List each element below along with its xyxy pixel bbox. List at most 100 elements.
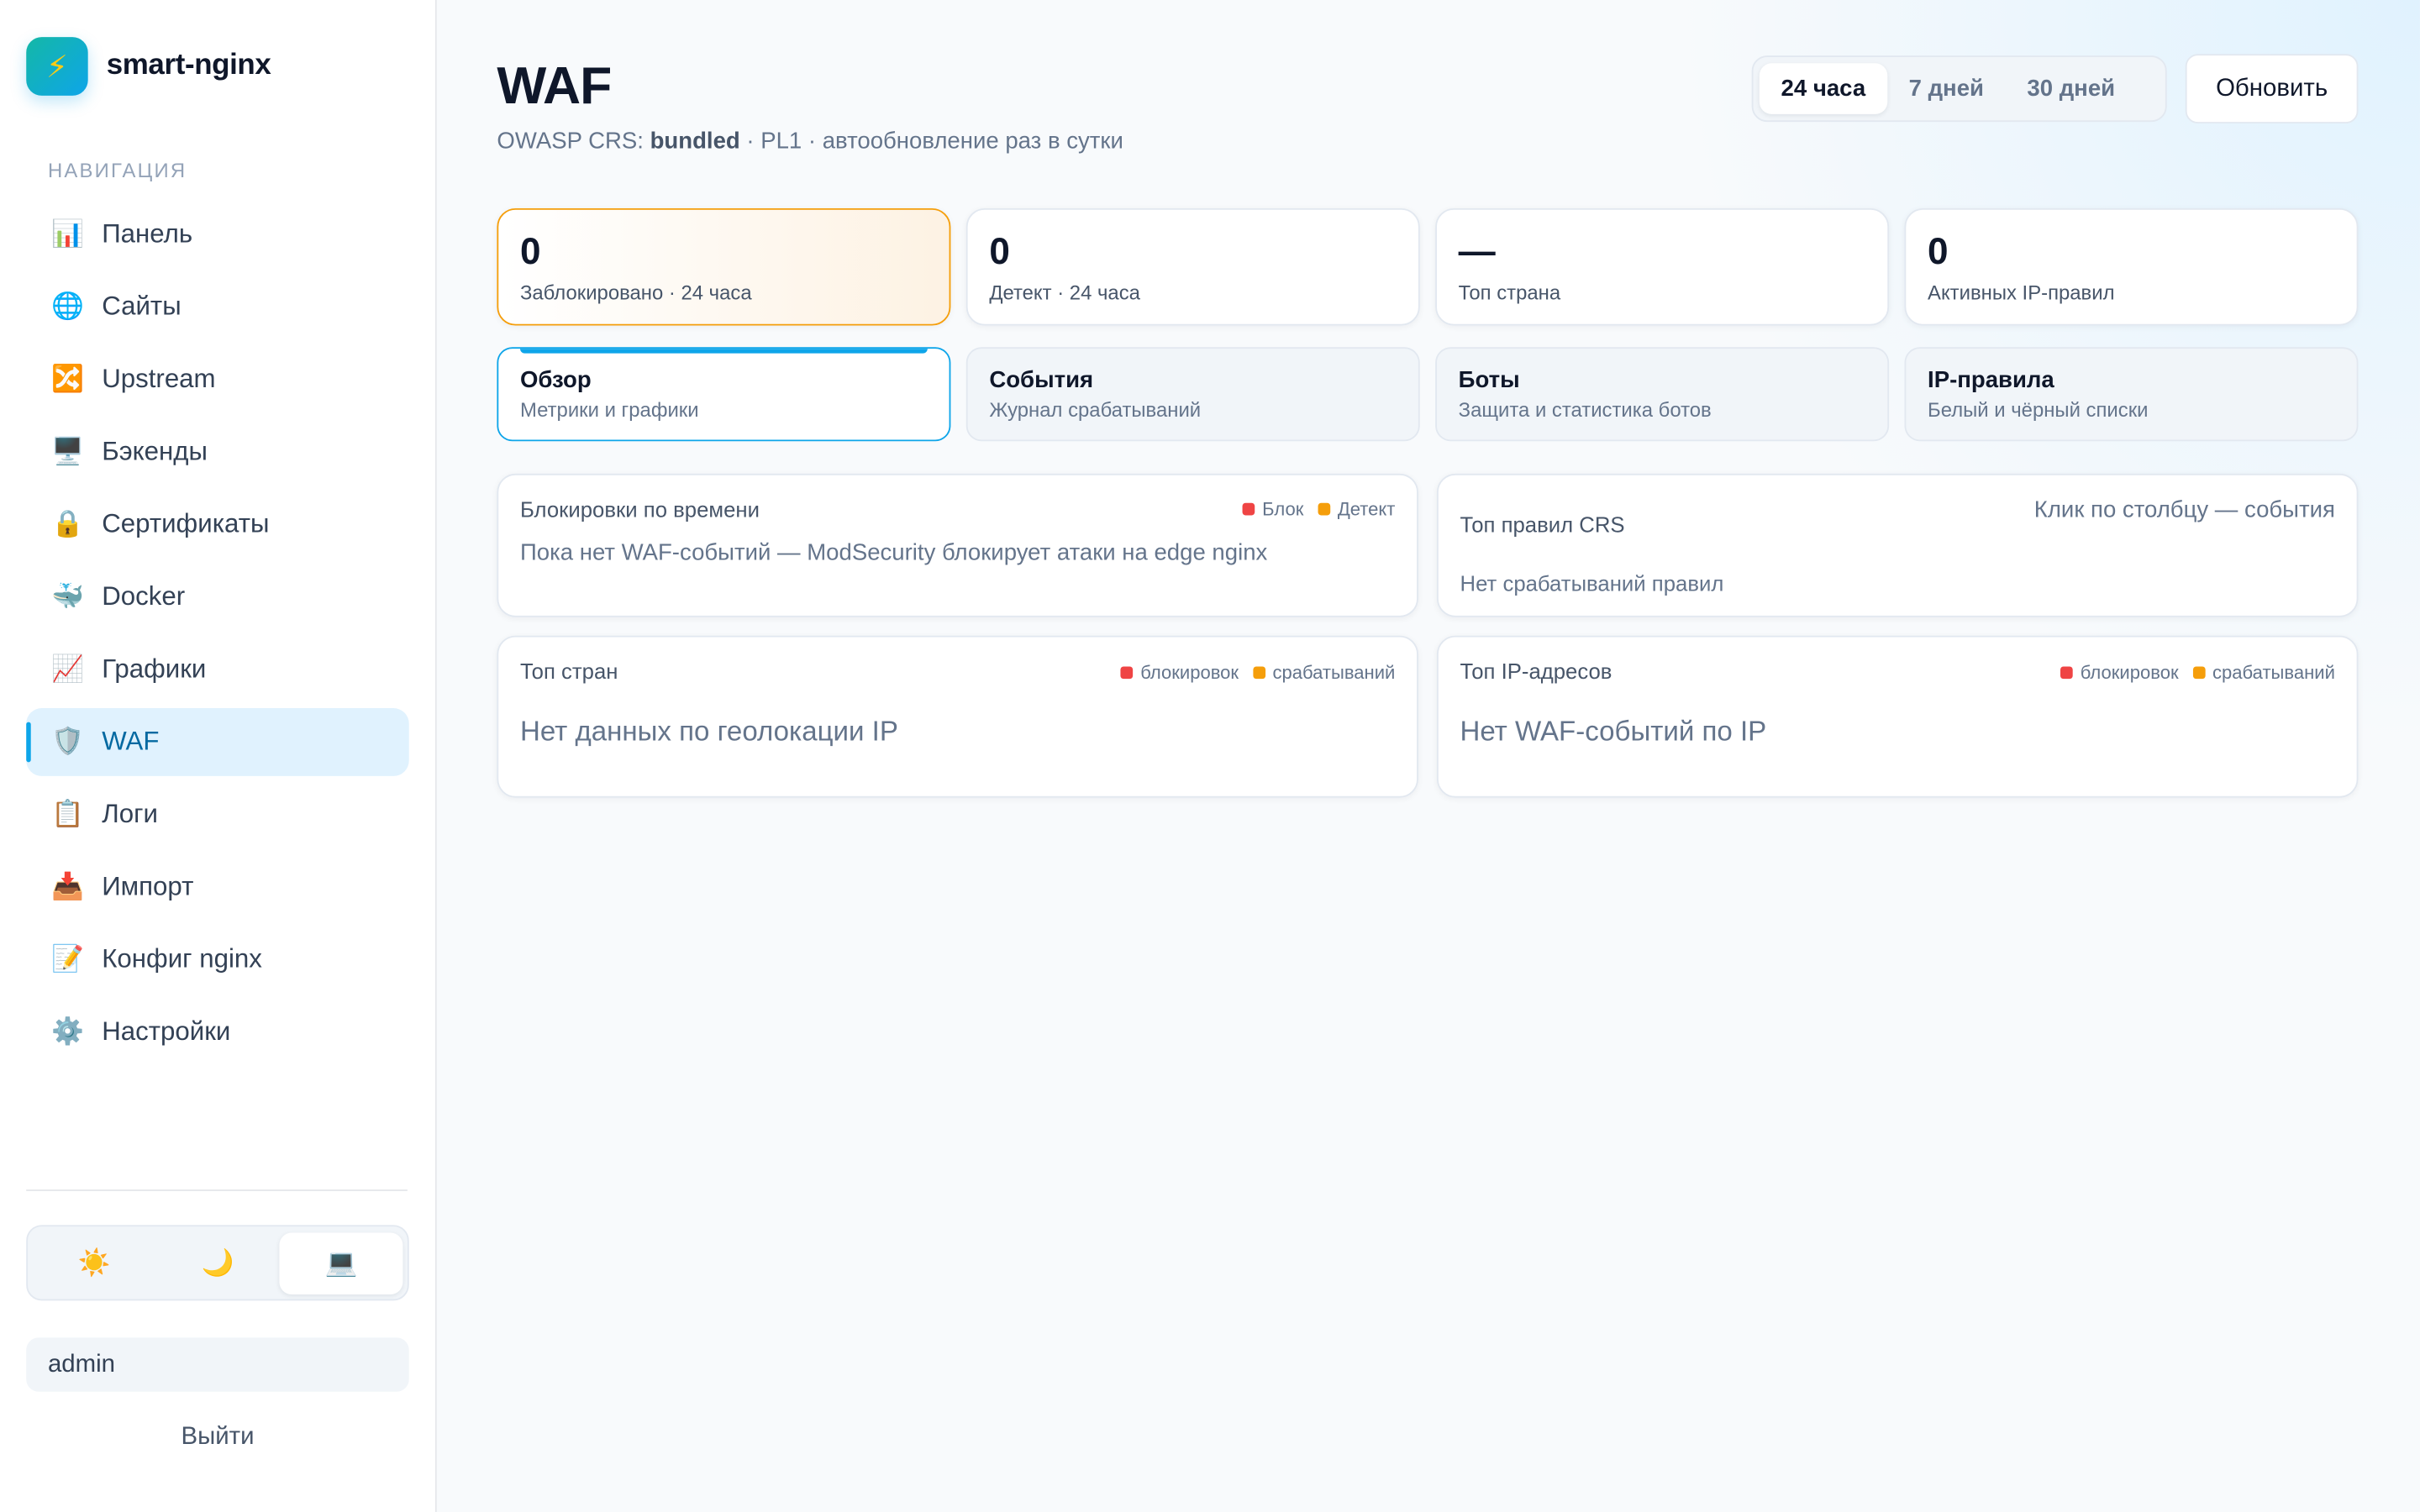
theme-switcher: ☀️ 🌙 💻 <box>26 1225 409 1301</box>
range-30d-button[interactable]: 30 дней <box>2006 63 2137 114</box>
chart-legend: блокировок срабатываний <box>2046 662 2335 684</box>
legend-label: срабатываний <box>2212 661 2335 684</box>
chart-legend: Блок Детект <box>1228 498 1396 520</box>
monitor-icon: 🖥️ <box>51 436 85 466</box>
laptop-icon[interactable]: 💻 <box>279 1231 403 1294</box>
stat-blocked: 0 Заблокировано · 24 часа <box>497 207 951 326</box>
time-range-selector: 24 часа 7 дней 30 дней <box>1751 55 2167 123</box>
card-hint: Клик по столбцу — события <box>2033 496 2335 523</box>
sidebar-item-charts[interactable]: 📈 Графики <box>26 636 409 704</box>
tab-events[interactable]: События Журнал срабатываний <box>965 347 1420 442</box>
tab-bots[interactable]: Боты Защита и статистика ботов <box>1435 347 1890 442</box>
refresh-button[interactable]: Обновить <box>2185 54 2359 123</box>
sidebar-item-label: WAF <box>102 727 160 756</box>
legend-swatch <box>1120 666 1134 680</box>
empty-state: Нет данных по геолокации IP <box>519 716 898 747</box>
range-7d-button[interactable]: 7 дней <box>1887 63 2006 114</box>
legend-item-detect: срабатываний <box>2192 662 2335 684</box>
sidebar-item-docker[interactable]: 🐳 Docker <box>26 563 409 631</box>
tab-title: IP-правила <box>1928 367 2054 394</box>
memo-icon: 📝 <box>51 944 85 974</box>
sidebar-item-dashboard[interactable]: 📊 Панель <box>26 201 409 269</box>
legend-swatch <box>1242 502 1255 516</box>
sidebar-item-nginx-config[interactable]: 📝 Конфиг nginx <box>26 926 409 994</box>
sidebar-item-label: Панель <box>102 218 193 249</box>
tab-description: Метрики и графики <box>519 397 699 422</box>
sidebar-item-label: Настройки <box>102 1016 231 1047</box>
stat-ip-rules: 0 Активных IP-правил <box>1904 207 2359 326</box>
sidebar-item-label: Сертификаты <box>102 509 270 539</box>
subtitle-suffix: · PL1 · автообновление раз в сутки <box>739 128 1123 155</box>
legend-label: блокировок <box>2080 661 2179 684</box>
sidebar-item-certificates[interactable]: 🔒 Сертификаты <box>26 491 409 559</box>
card-blocks-over-time: Блокировки по времени Блок Детект Пока н… <box>497 473 1418 617</box>
gear-icon: ⚙️ <box>51 1016 85 1047</box>
sidebar-divider <box>26 1189 408 1191</box>
stat-label: Заблокировано · 24 часа <box>519 281 752 304</box>
tab-description: Журнал срабатываний <box>989 397 1202 422</box>
sidebar-item-import[interactable]: 📥 Импорт <box>26 853 409 921</box>
clipboard-icon: 📋 <box>51 799 85 829</box>
stat-value: 0 <box>519 231 541 274</box>
bar-chart-icon: 📊 <box>51 218 85 249</box>
shuffle-icon: 🔀 <box>51 364 85 394</box>
sidebar-item-settings[interactable]: ⚙️ Настройки <box>26 998 409 1066</box>
tab-description: Белый и чёрный списки <box>1928 397 2149 422</box>
stat-value: 0 <box>1928 231 1949 274</box>
brand[interactable]: ⚡ smart-nginx <box>26 37 271 96</box>
empty-state: Пока нет WAF-событий — ModSecurity блоки… <box>519 539 1268 567</box>
card-title: Топ стран <box>519 659 618 684</box>
legend-label: Детект <box>1337 498 1396 520</box>
legend-swatch <box>1252 666 1265 680</box>
lock-icon: 🔒 <box>51 509 85 539</box>
card-top-ips: Топ IP-адресов блокировок срабатываний Н… <box>1436 635 2359 798</box>
stat-top-country: — Топ страна <box>1435 207 1890 326</box>
sidebar-item-backends[interactable]: 🖥️ Бэкенды <box>26 418 409 486</box>
sidebar-item-label: Логи <box>102 799 158 829</box>
sun-icon[interactable]: ☀️ <box>33 1232 156 1294</box>
chart-legend: блокировок срабатываний <box>1107 661 1396 684</box>
logout-button[interactable]: Выйти <box>26 1424 409 1452</box>
stat-detected: 0 Детект · 24 часа <box>965 207 1420 326</box>
sidebar: ⚡ smart-nginx НАВИГАЦИЯ 📊 Панель 🌐 Сайты 🔀… <box>0 0 437 1512</box>
sidebar-item-upstream[interactable]: 🔀 Upstream <box>26 345 409 413</box>
shield-icon: 🛡️ <box>51 727 85 756</box>
card-top-crs-rules: Топ правил CRS Клик по столбцу — события… <box>1436 473 2359 617</box>
stat-label: Детект · 24 часа <box>989 281 1140 304</box>
moon-icon[interactable]: 🌙 <box>156 1232 280 1294</box>
legend-item-detect: срабатываний <box>1252 661 1396 684</box>
sidebar-item-sites[interactable]: 🌐 Сайты <box>26 273 409 341</box>
empty-state: Нет срабатываний правил <box>1460 570 1724 596</box>
stat-value: — <box>1458 231 1496 274</box>
legend-item-block: блокировок <box>1120 662 1239 684</box>
range-24h-button[interactable]: 24 часа <box>1759 63 1887 114</box>
sidebar-nav: 📊 Панель 🌐 Сайты 🔀 Upstream 🖥️ Бэкенды 🔒 Серт… <box>26 201 409 1071</box>
tab-ip-rules[interactable]: IP-правила Белый и чёрный списки <box>1904 347 2359 442</box>
legend-label: Блок <box>1262 498 1304 520</box>
brand-name: smart-nginx <box>106 49 271 82</box>
empty-state: Нет WAF-событий по IP <box>1460 716 1767 747</box>
legend-item-detect: Детект <box>1317 498 1396 520</box>
nav-heading: НАВИГАЦИЯ <box>47 159 187 182</box>
sidebar-item-label: Конфиг nginx <box>102 944 262 974</box>
crs-version: bundled <box>650 128 740 155</box>
card-top-countries: Топ стран блокировок срабатываний Нет да… <box>497 635 1418 798</box>
legend-item-block: блокировок <box>2060 662 2179 684</box>
sidebar-item-label: Upstream <box>102 364 216 394</box>
sidebar-item-label: Бэкенды <box>102 436 208 466</box>
sidebar-item-label: Импорт <box>102 871 194 901</box>
legend-label: срабатываний <box>1272 661 1396 684</box>
lightning-icon: ⚡ <box>26 37 88 96</box>
tab-overview[interactable]: Обзор Метрики и графики <box>497 347 951 442</box>
legend-swatch <box>2192 666 2205 680</box>
tab-title: Обзор <box>519 367 592 394</box>
legend-item-block: Блок <box>1242 498 1303 520</box>
page-subtitle: OWASP CRS: bundled · PL1 · автообновлени… <box>497 128 1123 154</box>
sidebar-item-logs[interactable]: 📋 Логи <box>26 780 409 848</box>
subtitle-prefix: OWASP CRS: <box>497 128 650 155</box>
card-title: Блокировки по времени <box>519 496 760 522</box>
inbox-icon: 📥 <box>51 871 85 901</box>
legend-swatch <box>2060 666 2073 680</box>
sidebar-item-waf[interactable]: 🛡️ WAF <box>26 708 409 776</box>
whale-icon: 🐳 <box>51 581 85 612</box>
